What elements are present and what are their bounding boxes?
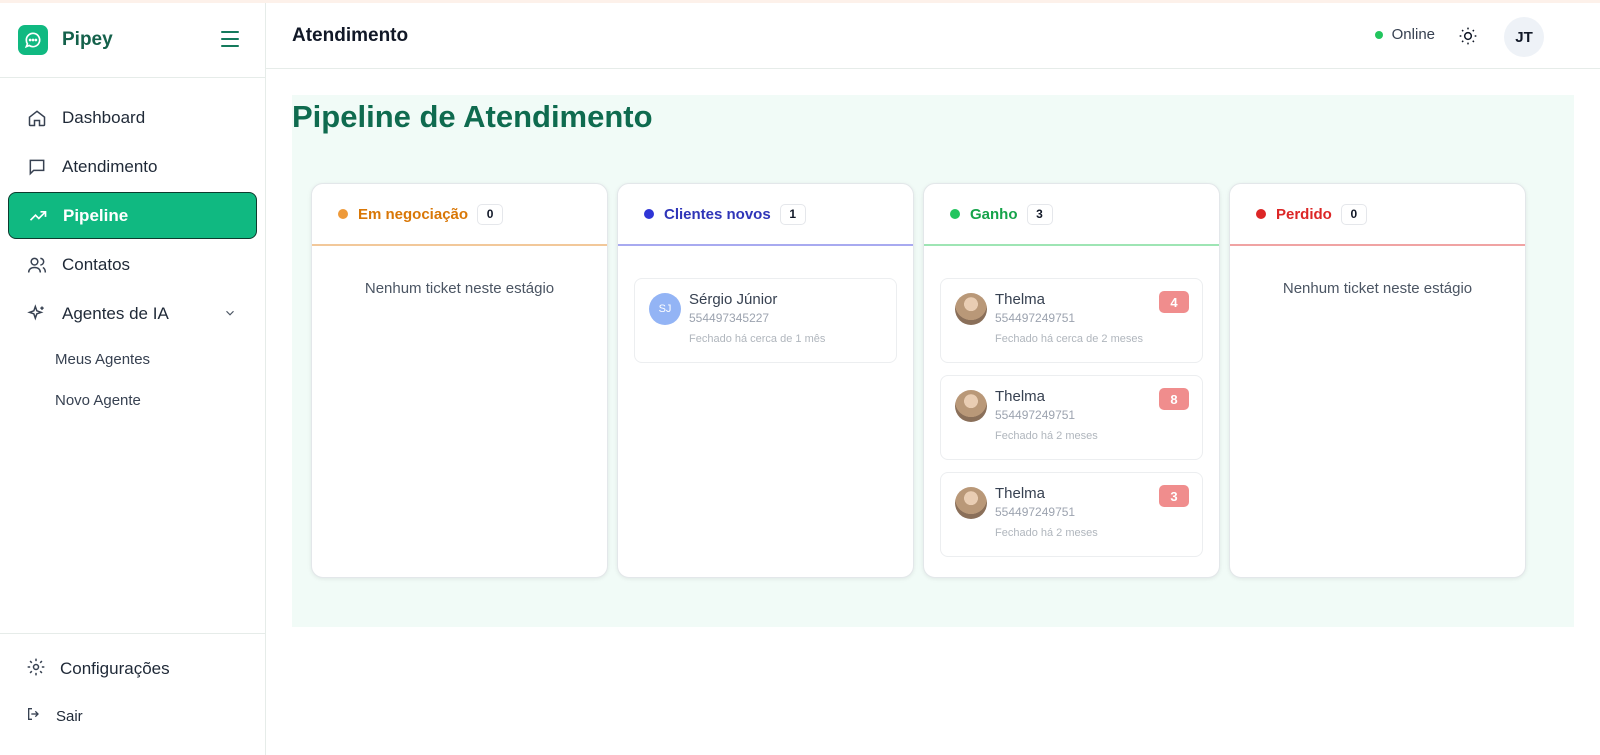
sidebar-item-label: Dashboard xyxy=(62,107,146,127)
logout-button[interactable]: Sair xyxy=(0,694,265,738)
sparkles-icon xyxy=(26,303,48,325)
sidebar-item-pipeline[interactable]: Pipeline xyxy=(8,192,257,239)
sidebar-nav: Dashboard Atendimento Pipeline Contatos … xyxy=(0,78,265,421)
sidebar-bottom: Configurações Sair xyxy=(0,633,265,755)
ticket-closed-time: Fechado há 2 meses xyxy=(995,527,1098,539)
sidebar-item-contatos[interactable]: Contatos xyxy=(8,241,257,288)
status-indicator: Online xyxy=(1374,26,1435,43)
contact-avatar xyxy=(955,390,987,422)
ticket-card[interactable]: Thelma 554497249751 Fechado há 2 meses 3 xyxy=(940,472,1203,557)
pipeline-panel: Pipeline de Atendimento Em negociação 0 … xyxy=(292,95,1574,627)
chat-logo-icon xyxy=(18,25,48,55)
ticket-card[interactable]: Thelma 554497249751 Fechado há cerca de … xyxy=(940,278,1203,363)
app-name: Pipey xyxy=(62,29,113,50)
users-icon xyxy=(26,254,48,276)
pipeline-column-ganho: Ganho 3 Thelma 554497249751 Fechado há c… xyxy=(923,183,1220,578)
contact-name: Sérgio Júnior xyxy=(689,291,778,308)
ticket-list: Thelma 554497249751 Fechado há cerca de … xyxy=(924,246,1219,557)
logout-label: Sair xyxy=(56,707,83,725)
column-header: Ganho 3 xyxy=(924,184,1219,246)
sidebar-item-label: Contatos xyxy=(62,254,131,274)
logout-icon xyxy=(26,706,42,726)
stage-dot-icon xyxy=(644,209,654,219)
column-title: Perdido xyxy=(1276,205,1332,223)
page-title: Pipeline de Atendimento xyxy=(292,99,653,134)
pipeline-column-perdido: Perdido 0 Nenhum ticket neste estágio xyxy=(1229,183,1526,578)
theme-toggle-button[interactable] xyxy=(1458,26,1478,46)
stage-dot-icon xyxy=(1256,209,1266,219)
sidebar-item-label: Agentes de IA xyxy=(62,303,169,323)
status-text: Online xyxy=(1391,26,1435,43)
ticket-list: SJ Sérgio Júnior 554497345227 Fechado há… xyxy=(618,246,913,363)
column-count-badge: 0 xyxy=(1340,203,1367,225)
sidebar-item-dashboard[interactable]: Dashboard xyxy=(8,94,257,141)
home-icon xyxy=(26,107,48,129)
column-header: Em negociação 0 xyxy=(312,184,607,246)
unread-count-badge: 8 xyxy=(1159,388,1189,410)
ticket-card[interactable]: SJ Sérgio Júnior 554497345227 Fechado há… xyxy=(634,278,897,363)
brand: Pipey xyxy=(0,3,265,78)
column-title: Clientes novos xyxy=(664,205,771,223)
contact-phone: 554497249751 xyxy=(995,311,1076,325)
stage-dot-icon xyxy=(338,209,348,219)
gear-icon xyxy=(26,657,46,682)
column-count-badge: 0 xyxy=(477,203,504,225)
contact-avatar: SJ xyxy=(649,293,681,325)
sidebar-subitem-novo-agente[interactable]: Novo Agente xyxy=(0,380,265,421)
pipeline-column-clientes-novos: Clientes novos 1 SJ Sérgio Júnior 554497… xyxy=(617,183,914,578)
sidebar-item-label: Pipeline xyxy=(63,205,129,225)
sidebar-subitem-meus-agentes[interactable]: Meus Agentes xyxy=(0,339,265,380)
ticket-closed-time: Fechado há 2 meses xyxy=(995,430,1098,442)
stage-dot-icon xyxy=(950,209,960,219)
ticket-card[interactable]: Thelma 554497249751 Fechado há 2 meses 8 xyxy=(940,375,1203,460)
contact-phone: 554497345227 xyxy=(689,311,770,325)
chevron-down-icon[interactable] xyxy=(223,305,237,325)
sidebar-item-atendimento[interactable]: Atendimento xyxy=(8,143,257,190)
contact-avatar xyxy=(955,293,987,325)
ticket-closed-time: Fechado há cerca de 2 meses xyxy=(995,333,1143,345)
message-square-icon xyxy=(26,156,48,178)
pipeline-column-em-negociacao: Em negociação 0 Nenhum ticket neste está… xyxy=(311,183,608,578)
column-header: Perdido 0 xyxy=(1230,184,1525,246)
sidebar-item-configuracoes[interactable]: Configurações xyxy=(0,644,265,694)
menu-toggle-icon[interactable] xyxy=(221,31,239,47)
online-dot-icon xyxy=(1374,30,1383,39)
column-title: Em negociação xyxy=(358,205,469,223)
trending-up-icon xyxy=(27,205,49,227)
column-count-badge: 3 xyxy=(1026,203,1053,225)
ticket-closed-time: Fechado há cerca de 1 mês xyxy=(689,333,826,345)
header: Atendimento Online JT xyxy=(266,3,1600,69)
sun-icon xyxy=(1459,27,1477,45)
user-avatar[interactable]: JT xyxy=(1504,17,1544,57)
page-header-title: Atendimento xyxy=(292,24,409,46)
sidebar-item-label: Atendimento xyxy=(62,156,158,176)
empty-state-text: Nenhum ticket neste estágio xyxy=(364,280,555,297)
unread-count-badge: 3 xyxy=(1159,485,1189,507)
sidebar-item-agentes-ia[interactable]: Agentes de IA xyxy=(8,290,257,337)
contact-phone: 554497249751 xyxy=(995,408,1076,422)
contact-phone: 554497249751 xyxy=(995,505,1076,519)
contact-avatar xyxy=(955,487,987,519)
column-count-badge: 1 xyxy=(779,203,806,225)
column-header: Clientes novos 1 xyxy=(618,184,913,246)
unread-count-badge: 4 xyxy=(1159,291,1189,313)
column-title: Ganho xyxy=(970,205,1018,223)
sidebar-item-label: Configurações xyxy=(60,659,170,678)
empty-state-text: Nenhum ticket neste estágio xyxy=(1282,280,1473,297)
sidebar: Pipey Dashboard Atendimento Pipeline Con… xyxy=(0,3,266,755)
